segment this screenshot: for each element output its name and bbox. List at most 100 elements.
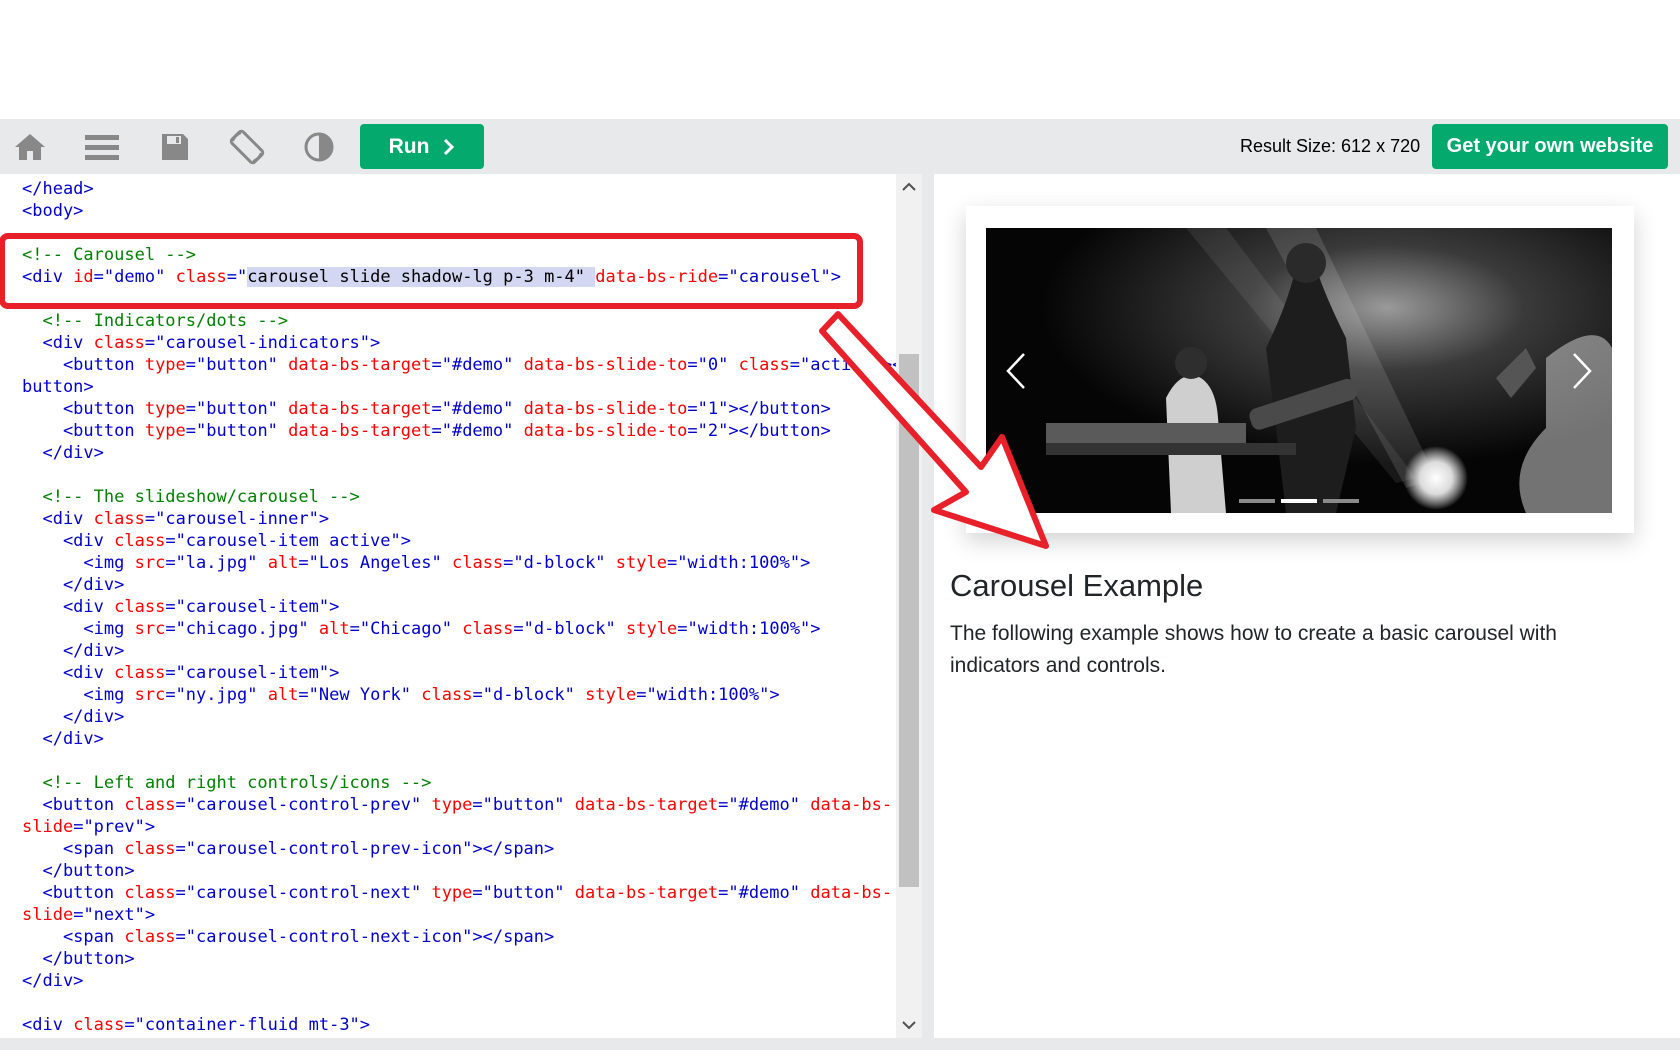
code-token: "button" [196,399,278,419]
code-token: "button" [482,883,565,903]
panel-resize-gutter[interactable] [922,174,934,1038]
carousel-indicator[interactable] [1239,499,1275,503]
carousel-indicator[interactable] [1281,499,1317,503]
code-line[interactable]: <img src="chicago.jpg" alt="Chicago" cla… [22,618,913,640]
code-token: ></span> [472,839,555,859]
code-editor[interactable]: </head> <body> <!-- Carousel --> <div id="d… [12,174,922,1038]
rotate-icon[interactable] [227,129,267,165]
code-token: "New York" [308,685,412,705]
code-line[interactable] [22,992,913,1014]
chevron-right-icon [444,138,455,155]
code-token: <!-- The slideshow/carousel --> [22,487,360,507]
code-line[interactable]: </div> [22,442,913,464]
editor-scrollbar[interactable] [896,174,922,1038]
code-token: carousel slide shadow-lg p-3 m-4" [247,267,596,287]
code-token: "next" [83,905,145,925]
code-token: "carousel-item active" [175,531,401,551]
code-line[interactable]: button> [22,376,913,398]
code-line[interactable]: <button type="button" data-bs-target="#d… [22,398,913,420]
code-token: data-bs-slide-to [523,399,688,419]
code-line[interactable]: slide="prev"> [22,816,913,838]
code-line[interactable]: <div id="demo" class="carousel slide sha… [22,266,913,288]
code-token: "carousel-control-next" [185,883,422,903]
run-button[interactable]: Run [360,124,484,169]
code-token: = [687,421,698,441]
code-token: class [93,509,145,529]
code-token: data-bs-target [288,399,432,419]
code-line[interactable]: <button class="carousel-control-next" ty… [22,882,913,904]
code-token: = [513,619,524,639]
chevron-right-icon [1573,352,1592,389]
code-line[interactable]: <img src="la.jpg" alt="Los Angeles" clas… [22,552,913,574]
contrast-icon[interactable] [299,129,339,165]
code-line[interactable]: <img src="ny.jpg" alt="New York" class="… [22,684,913,706]
code-line[interactable]: </div> [22,970,913,992]
code-token: type [144,355,186,375]
save-icon[interactable] [155,129,195,165]
code-token: = [165,663,176,683]
code-line[interactable]: </div> [22,706,913,728]
carousel-next-control[interactable] [1552,228,1612,513]
code-line[interactable]: </div> [22,640,913,662]
code-content[interactable]: </head> <body> <!-- Carousel --> <div id="d… [22,178,913,1036]
code-token: "prev" [83,817,145,837]
code-line[interactable]: <!-- Carousel --> [22,244,913,266]
code-token: "width:100%" [646,685,770,705]
code-token: = [472,883,483,903]
code-line[interactable] [22,750,913,772]
code-token: "d-block" [513,553,606,573]
code-line[interactable]: <div class="carousel-inner"> [22,508,913,530]
code-token: > [370,333,381,353]
home-icon[interactable] [10,129,50,165]
code-token: class [114,531,166,551]
code-line[interactable]: <div class="carousel-indicators"> [22,332,913,354]
code-line[interactable]: <div class="carousel-item active"> [22,530,913,552]
code-token: "2" [697,421,729,441]
code-line[interactable] [22,288,913,310]
code-line[interactable]: <button class="carousel-control-prev" ty… [22,794,913,816]
code-line[interactable]: <span class="carousel-control-prev-icon"… [22,838,913,860]
code-line[interactable]: </div> [22,574,913,596]
scroll-up-icon[interactable] [896,174,922,200]
carousel-indicator[interactable] [1323,499,1359,503]
code-line[interactable]: <!-- Indicators/dots --> [22,310,913,332]
scroll-down-icon[interactable] [896,1012,922,1038]
code-line[interactable]: <div class="carousel-item"> [22,662,913,684]
scrollbar-thumb[interactable] [899,354,919,887]
code-token: > [318,509,330,529]
result-size: Result Size: 612 x 720 [1240,136,1421,156]
code-line[interactable]: </button> [22,860,913,882]
code-token: = [431,399,442,419]
code-line[interactable] [22,222,913,244]
code-line[interactable]: <div class="carousel-item"> [22,596,913,618]
code-token: type [144,421,186,441]
carousel-prev-control[interactable] [986,228,1046,513]
code-token: class [124,839,176,859]
menu-icon[interactable] [82,129,122,165]
code-token: <div [22,333,94,353]
code-token: "carousel-inner" [155,509,319,529]
code-line[interactable]: <!-- Left and right controls/icons --> [22,772,913,794]
code-line[interactable]: <body> [22,200,913,222]
code-line[interactable]: <button type="button" data-bs-target="#d… [22,420,913,442]
code-token: = [677,619,688,639]
code-line[interactable]: </div> [22,728,913,750]
code-line[interactable] [22,464,913,486]
code-line[interactable]: <!-- The slideshow/carousel --> [22,486,913,508]
code-line[interactable]: slide="next"> [22,904,913,926]
code-token: > [830,267,841,287]
code-line[interactable]: </button> [22,948,913,970]
code-line[interactable]: <span class="carousel-control-next-icon"… [22,926,913,948]
get-own-website-button[interactable]: Get your own website [1432,124,1668,169]
carousel-slide-image [986,228,1612,513]
code-line[interactable]: <div class="container-fluid mt-3"> [22,1014,913,1036]
code-token: <div [22,509,94,529]
code-line[interactable]: </head> [22,178,913,200]
code-token: "chicago.jpg" [175,619,309,639]
code-token: alt [318,619,350,639]
code-line[interactable]: <button type="button" data-bs-target="#d… [22,354,913,376]
